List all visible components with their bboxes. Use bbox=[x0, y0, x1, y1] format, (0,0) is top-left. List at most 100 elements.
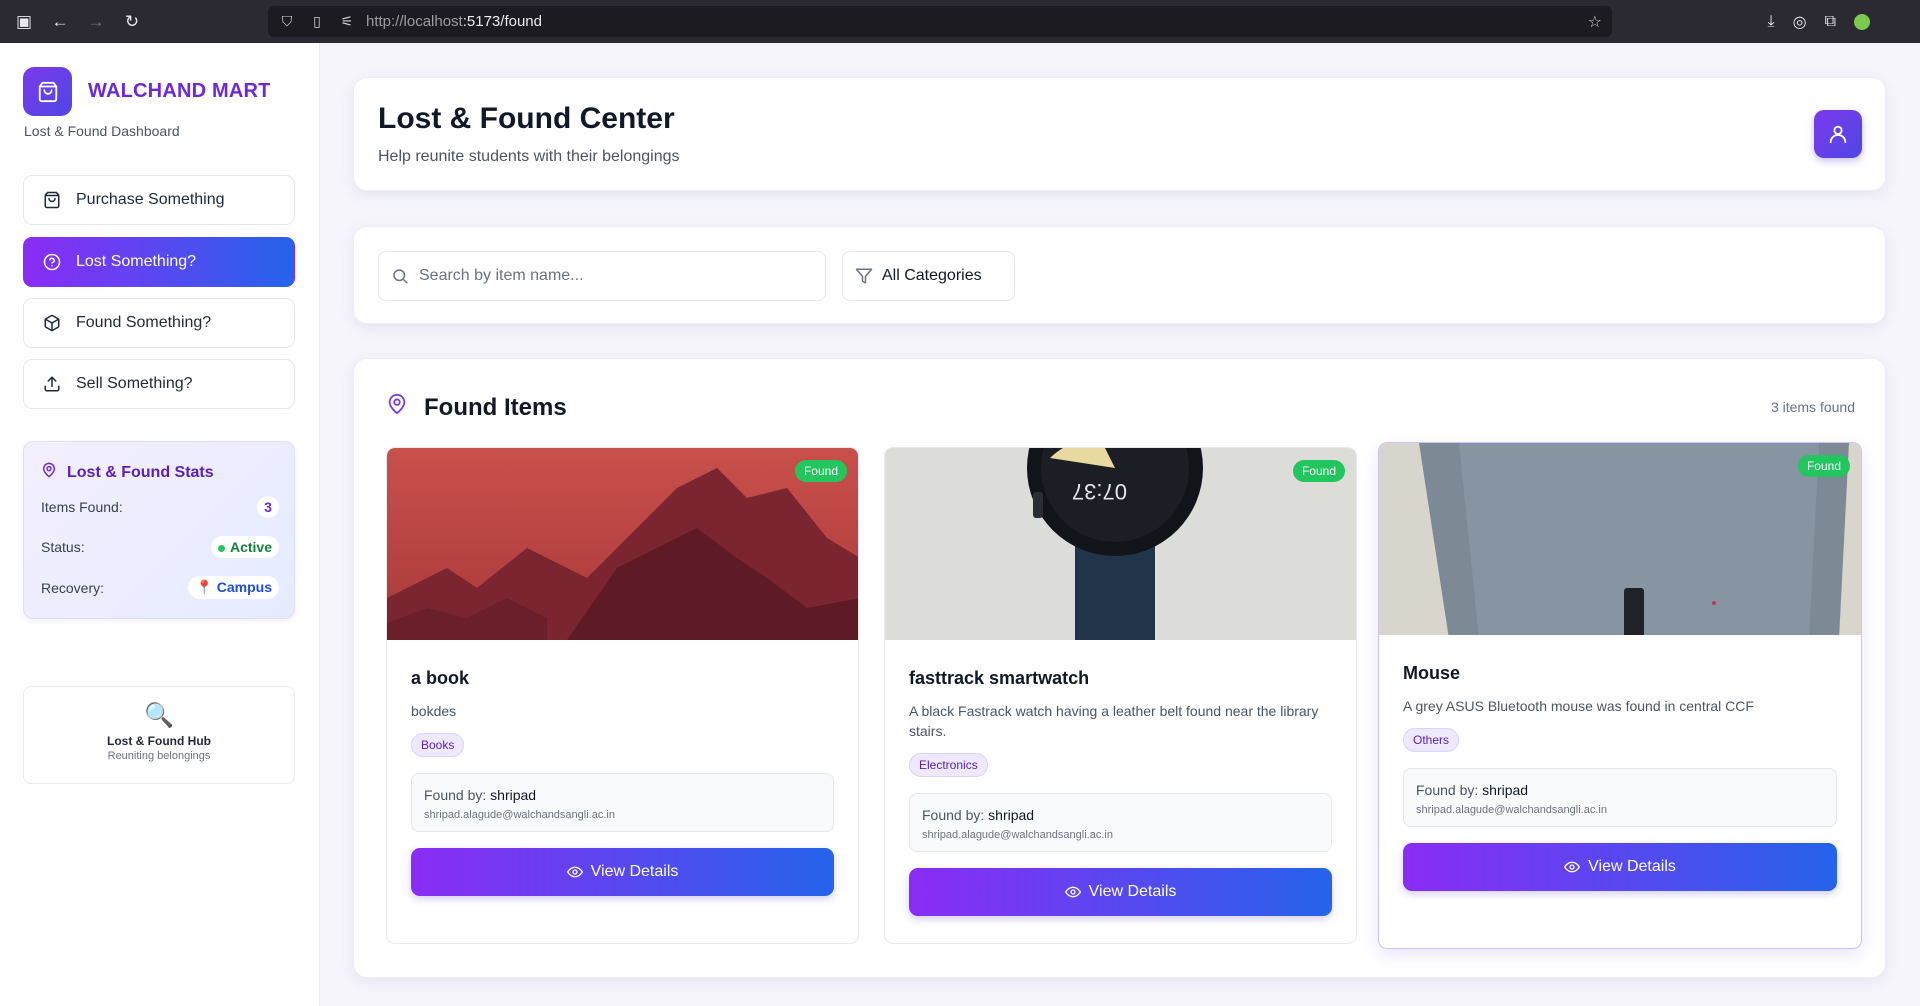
filter-bar: Search by item name... All Categories bbox=[353, 226, 1886, 324]
extensions-icon[interactable]: ⧉ bbox=[1825, 13, 1836, 31]
reload-icon[interactable]: ↻ bbox=[114, 0, 150, 43]
page-header: Lost & Found Center Help reunite student… bbox=[353, 77, 1886, 191]
svg-text:07:37: 07:37 bbox=[1072, 479, 1127, 504]
brand-subtitle: Lost & Found Dashboard bbox=[24, 123, 180, 139]
eye-icon bbox=[566, 866, 583, 878]
eye-icon bbox=[1064, 886, 1081, 898]
shopping-bag-icon bbox=[23, 67, 72, 116]
page-icon: ▯ bbox=[313, 13, 321, 29]
nav-label: Found Something? bbox=[76, 314, 212, 331]
category-select[interactable]: All Categories bbox=[842, 251, 1015, 301]
category-tag: Books bbox=[411, 733, 465, 757]
found-by-label: Found by: bbox=[1416, 782, 1483, 798]
section-title: Found Items bbox=[386, 393, 567, 422]
url-text: http://localhost:5173/found bbox=[366, 13, 542, 30]
nav-label: Sell Something? bbox=[76, 375, 193, 392]
page-title: Lost & Found Center bbox=[378, 102, 675, 135]
item-description: A black Fastrack watch having a leather … bbox=[909, 703, 1319, 739]
stats-title-text: Lost & Found Stats bbox=[67, 463, 214, 481]
item-description: bokdes bbox=[411, 703, 457, 719]
hub-title: Lost & Found Hub bbox=[107, 734, 211, 748]
browser-toolbar: ▣ ← → ↻ ⛉ ▯ ⚟ http://localhost:5173/foun… bbox=[0, 0, 1920, 43]
back-icon[interactable]: ← bbox=[42, 0, 78, 43]
category-value: All Categories bbox=[882, 267, 982, 284]
forward-icon[interactable]: → bbox=[78, 0, 114, 43]
items-count: 3 items found bbox=[1770, 399, 1855, 415]
item-card[interactable]: 07:37 Found fasttrack smartwatch A black… bbox=[884, 447, 1357, 944]
stat-label: Items Found: bbox=[41, 499, 123, 515]
found-items-section: Found Items 3 items found Found a book b… bbox=[353, 358, 1886, 978]
view-details-label: View Details bbox=[1588, 858, 1676, 875]
status-badge: Found bbox=[1292, 460, 1345, 482]
category-tag: Others bbox=[1403, 728, 1460, 752]
connection-icon: ⚟ bbox=[340, 13, 354, 29]
profile-button[interactable] bbox=[1814, 110, 1862, 158]
download-icon[interactable]: ⤓ bbox=[1768, 13, 1775, 31]
package-icon bbox=[42, 313, 62, 333]
extension-icon[interactable] bbox=[1854, 13, 1870, 30]
account-icon[interactable]: ◎ bbox=[1793, 12, 1807, 32]
stat-items-found: Items Found: 3 bbox=[41, 496, 279, 518]
finder-info: Found by: shripad shripad.alagude@walcha… bbox=[1403, 768, 1837, 827]
map-pin-icon bbox=[386, 393, 408, 422]
search-icon bbox=[393, 269, 408, 284]
item-description: A grey ASUS Bluetooth mouse was found in… bbox=[1403, 698, 1754, 714]
sidebar-toggle-icon[interactable]: ▣ bbox=[6, 0, 42, 43]
finder-email: shripad.alagude@walchandsangli.ac.in bbox=[424, 809, 615, 821]
finder-name: shripad bbox=[490, 787, 537, 803]
item-card[interactable]: Found Mouse A grey ASUS Bluetooth mouse … bbox=[1378, 442, 1862, 949]
nav-sell[interactable]: Sell Something? bbox=[23, 359, 295, 409]
watch-photo: 07:37 Found bbox=[885, 448, 1356, 640]
found-by: Found by: shripad bbox=[922, 807, 1319, 823]
upload-icon bbox=[42, 374, 62, 394]
search-input[interactable]: Search by item name... bbox=[378, 251, 826, 301]
eye-icon bbox=[1564, 861, 1581, 873]
finder-info: Found by: shripad shripad.alagude@walcha… bbox=[909, 793, 1332, 852]
stat-label: Recovery: bbox=[41, 579, 105, 596]
found-by: Found by: shripad bbox=[1416, 782, 1824, 798]
recovery-badge: 📍 Campus bbox=[188, 576, 279, 599]
item-name: a book bbox=[411, 668, 470, 688]
search-placeholder: Search by item name... bbox=[419, 267, 584, 284]
finder-info: Found by: shripad shripad.alagude@walcha… bbox=[411, 773, 834, 832]
book-photo: Found bbox=[387, 448, 858, 640]
nav-found[interactable]: Found Something? bbox=[23, 298, 295, 348]
stat-status: Status: Active bbox=[41, 536, 279, 558]
help-circle-icon bbox=[42, 252, 62, 272]
filter-icon bbox=[855, 268, 873, 284]
finder-name: shripad bbox=[988, 807, 1035, 823]
mouse-photo: Found bbox=[1379, 443, 1861, 635]
items-found-count: 3 bbox=[257, 496, 279, 518]
nav-lost[interactable]: Lost Something? bbox=[23, 237, 295, 287]
address-bar[interactable]: ⛉ ▯ ⚟ http://localhost:5173/found ☆ bbox=[268, 6, 1612, 37]
category-tag: Electronics bbox=[909, 753, 988, 777]
shield-icon: ⛉ bbox=[281, 13, 293, 29]
nav-label: Lost Something? bbox=[76, 253, 197, 270]
brand-name: WALCHAND MART bbox=[88, 80, 271, 102]
item-card[interactable]: Found a book bokdes Books Found by: shri… bbox=[386, 447, 859, 944]
view-details-label: View Details bbox=[1088, 883, 1177, 900]
nav-label: Purchase Something bbox=[76, 191, 225, 208]
item-name: fasttrack smartwatch bbox=[909, 668, 1090, 688]
brand[interactable]: WALCHAND MART bbox=[23, 67, 271, 116]
found-by-label: Found by: bbox=[922, 807, 989, 823]
stat-label: Status: bbox=[41, 539, 85, 555]
bag-icon bbox=[42, 190, 62, 210]
nav-purchase[interactable]: Purchase Something bbox=[23, 175, 295, 225]
view-details-button[interactable]: View Details bbox=[1403, 843, 1837, 891]
section-title-text: Found Items bbox=[424, 393, 567, 421]
hub-subtitle: Reuniting belongings bbox=[107, 750, 211, 762]
stats-title: Lost & Found Stats bbox=[41, 462, 214, 483]
finder-name: shripad bbox=[1482, 782, 1529, 798]
hub-card: 🔍 Lost & Found Hub Reuniting belongings bbox=[23, 686, 295, 784]
found-by: Found by: shripad bbox=[424, 787, 821, 803]
bookmark-star-icon[interactable]: ☆ bbox=[1588, 12, 1602, 32]
view-details-button[interactable]: View Details bbox=[909, 868, 1332, 916]
status-badge: Active bbox=[210, 536, 279, 558]
view-details-button[interactable]: View Details bbox=[411, 848, 834, 896]
found-by-label: Found by: bbox=[424, 787, 491, 803]
magnifier-icon: 🔍 bbox=[144, 702, 174, 729]
stat-recovery: Recovery: 📍 Campus bbox=[41, 576, 279, 599]
status-badge: Found bbox=[1797, 455, 1850, 477]
status-badge: Found bbox=[794, 460, 847, 482]
